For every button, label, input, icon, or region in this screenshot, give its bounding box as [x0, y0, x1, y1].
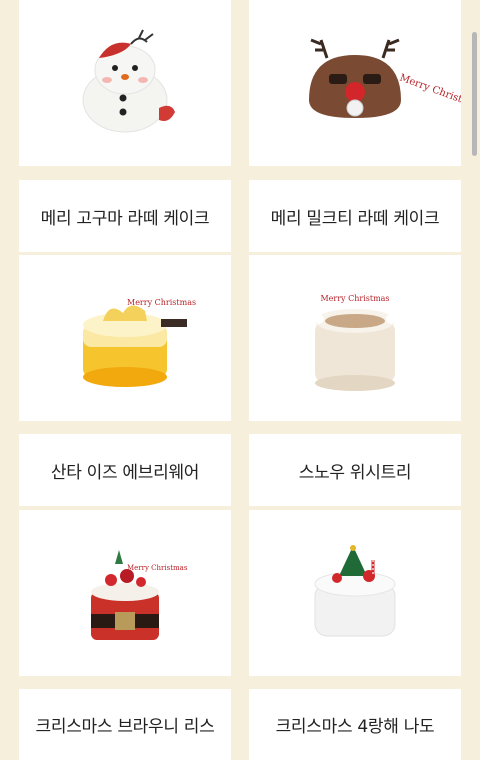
merry-christmas-topper: Merry Christmas	[127, 564, 188, 572]
snowman-cake-icon	[82, 29, 175, 133]
product-name: 메리 밀크티 라떼 케이크	[270, 208, 440, 229]
product-name-card[interactable]: 크리스마스 브라우니 리스	[19, 689, 231, 760]
product-name: 메리 고구마 라떼 케이크	[40, 208, 210, 229]
product-image-card[interactable]: Merry Christmas	[249, 0, 461, 166]
product-name-card[interactable]: 산타 이즈 에브리웨어	[19, 434, 231, 506]
product-image-card[interactable]: Merry Christmas	[249, 255, 461, 421]
merry-christmas-topper: Merry Christmas	[398, 72, 461, 112]
merry-christmas-topper: Merry Christmas	[127, 298, 196, 307]
product-image-card[interactable]	[249, 510, 461, 676]
product-name: 산타 이즈 에브리웨어	[50, 462, 200, 483]
red-belt-cake-icon: Merry Christmas	[91, 550, 188, 640]
product-name: 크리스마스 브라우니 리스	[35, 717, 215, 737]
product-name-card[interactable]: 스노우 위시트리	[249, 434, 461, 506]
yellow-cake-icon: Merry Christmas	[83, 298, 196, 387]
product-name-card[interactable]: 메리 밀크티 라떼 케이크	[249, 180, 461, 252]
reindeer-cake-icon: Merry Christmas	[309, 38, 461, 118]
product-name: 스노우 위시트리	[298, 462, 412, 483]
product-name-card[interactable]: 크리스마스 4랑해 나도	[249, 689, 461, 760]
white-cake-icon: Merry Christmas	[314, 294, 396, 391]
merry-christmas-topper: Merry Christmas	[320, 294, 389, 303]
product-image-card[interactable]	[19, 0, 231, 166]
product-name: 크리스마스 4랑해 나도	[275, 717, 435, 737]
product-image-card[interactable]: Merry Christmas	[19, 255, 231, 421]
product-name-card[interactable]: 메리 고구마 라떼 케이크	[19, 180, 231, 252]
scrollbar[interactable]	[472, 32, 477, 156]
product-image-card[interactable]: Merry Christmas	[19, 510, 231, 676]
tree-cake-icon	[314, 545, 396, 637]
